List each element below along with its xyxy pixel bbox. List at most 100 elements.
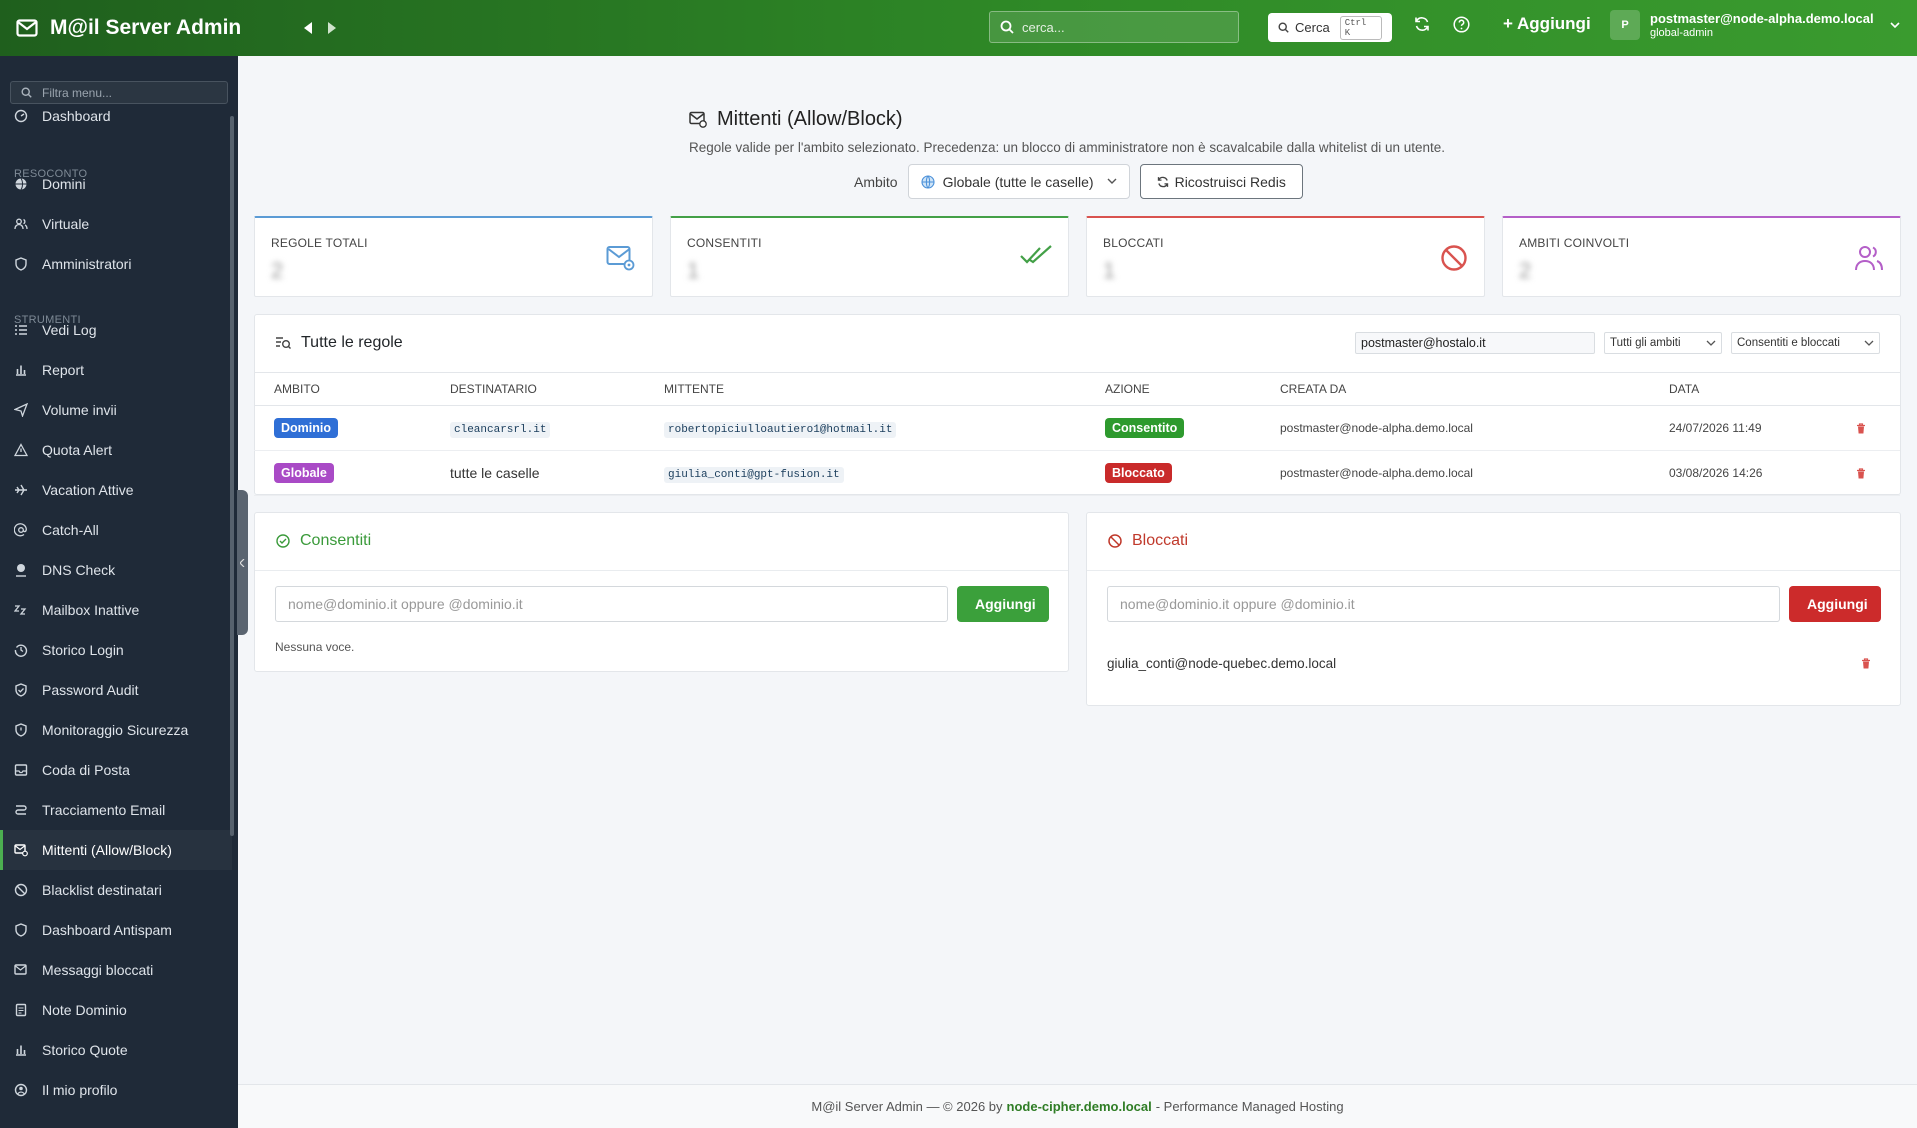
user-circle-icon xyxy=(14,1083,28,1097)
user-role: global-admin xyxy=(1650,26,1713,39)
sidebar-item-il-mio-profilo[interactable]: Il mio profilo xyxy=(0,1070,232,1110)
refresh-icon xyxy=(1157,176,1169,188)
sidebar-item-mittenti-allow-block[interactable]: Mittenti (Allow/Block) xyxy=(0,830,232,870)
history-nav xyxy=(304,22,336,34)
type-filter-select[interactable]: Consentiti e bloccati xyxy=(1731,332,1880,354)
add-button[interactable]: + Aggiungi xyxy=(1503,14,1591,34)
stat-value: 2 xyxy=(271,258,284,283)
global-search[interactable] xyxy=(989,11,1239,43)
sidebar-item-dns-check[interactable]: DNS Check xyxy=(0,550,232,590)
footer-host-link[interactable]: node-cipher.demo.local xyxy=(1007,1099,1152,1114)
rebuild-redis-button[interactable]: Ricostruisci Redis xyxy=(1139,164,1303,199)
divider xyxy=(255,570,1068,571)
sidebar-item-vacation-attive[interactable]: Vacation Attive xyxy=(0,470,232,510)
column-header[interactable]: DESTINATARIO xyxy=(430,372,644,406)
scope-filter-select[interactable]: Tutti gli ambiti xyxy=(1604,332,1722,354)
trash-icon[interactable] xyxy=(1861,658,1871,669)
footer-suffix: - Performance Managed Hosting xyxy=(1155,1099,1344,1114)
sidebar-item-report[interactable]: Report xyxy=(0,350,232,390)
sidebar-item-catch-all[interactable]: Catch-All xyxy=(0,510,232,550)
sidebar-item-label: DNS Check xyxy=(42,562,116,578)
recipient-code: cleancarsrl.it xyxy=(450,422,551,438)
column-header[interactable]: MITTENTE xyxy=(644,372,1085,406)
sidebar-item-tracciamento-email[interactable]: Tracciamento Email xyxy=(0,790,232,830)
sidebar-item-password-audit[interactable]: Password Audit xyxy=(0,670,232,710)
check-circle-icon xyxy=(276,534,290,548)
column-header[interactable]: DATA xyxy=(1649,372,1836,406)
plane-icon xyxy=(14,483,28,497)
stat-value: 2 xyxy=(1519,258,1532,283)
at-icon xyxy=(14,523,28,537)
sidebar-item-label: Mittenti (Allow/Block) xyxy=(42,842,172,858)
sidebar-collapse-handle[interactable] xyxy=(237,490,248,635)
warning-icon xyxy=(14,443,28,457)
stat-label: CONSENTITI xyxy=(687,236,762,250)
shield-check-icon xyxy=(14,683,28,697)
sidebar-item-amministratori[interactable]: Amministratori xyxy=(0,244,232,284)
chevron-down-icon xyxy=(1107,178,1117,185)
help-icon[interactable] xyxy=(1453,16,1470,33)
sidebar-item-note-dominio[interactable]: Note Dominio xyxy=(0,990,232,1030)
shield-alert-icon xyxy=(14,723,28,737)
globe-icon xyxy=(921,174,935,189)
add-blocked-button[interactable]: Aggiungi xyxy=(1789,586,1881,622)
sidebar-item-label: Password Audit xyxy=(42,682,139,698)
shield-icon xyxy=(14,923,28,937)
sidebar-item-coda-di-posta[interactable]: Coda di Posta xyxy=(0,750,232,790)
refresh-icon[interactable] xyxy=(1414,16,1430,32)
rules-filter-input[interactable] xyxy=(1355,332,1595,354)
sidebar-item-label: Tracciamento Email xyxy=(42,802,166,818)
sidebar-item-volume-invii[interactable]: Volume invii xyxy=(0,390,232,430)
sidebar-item-label: Domini xyxy=(42,176,86,192)
sidebar-item-blacklist-destinatari[interactable]: Blacklist destinatari xyxy=(0,870,232,910)
sidebar-item-vedi-log[interactable]: Vedi Log xyxy=(0,310,232,350)
add-allowed-button[interactable]: Aggiungi xyxy=(957,586,1049,622)
sidebar-item-storico-login[interactable]: Storico Login xyxy=(0,630,232,670)
allowed-email-input[interactable] xyxy=(275,586,948,622)
sidebar-scrollbar[interactable] xyxy=(230,116,234,836)
mail-gear-icon xyxy=(606,244,636,272)
page-header: Mittenti (Allow/Block) Regole valide per… xyxy=(689,108,1445,155)
chevron-left-icon[interactable] xyxy=(304,22,313,34)
user-menu[interactable]: P postmaster@node-alpha.demo.local globa… xyxy=(1610,10,1900,40)
sidebar-item-label: Il mio profilo xyxy=(42,1082,118,1098)
page-title: Mittenti (Allow/Block) xyxy=(689,108,1445,131)
rule-date: 03/08/2026 14:26 xyxy=(1649,450,1836,496)
rules-table: AMBITO DESTINATARIO MITTENTE AZIONE CREA… xyxy=(254,372,1900,496)
scope-select[interactable]: Globale (tutte le caselle) xyxy=(907,164,1130,199)
column-header[interactable]: AMBITO xyxy=(254,372,430,406)
sidebar-item-virtuale[interactable]: Virtuale xyxy=(0,204,232,244)
mail-x-icon xyxy=(14,963,28,977)
sidebar-item-dashboard-antispam[interactable]: Dashboard Antispam xyxy=(0,910,232,950)
sidebar-item-label: Dashboard xyxy=(42,108,111,124)
chevron-right-icon[interactable] xyxy=(327,22,336,34)
sidebar-item-label: Amministratori xyxy=(42,256,132,272)
stat-card-allowed: CONSENTITI 1 xyxy=(670,216,1069,297)
chevron-down-icon xyxy=(1864,340,1874,347)
sidebar-item-monitoraggio-sicurezza[interactable]: Monitoraggio Sicurezza xyxy=(0,710,232,750)
sidebar-item-domini[interactable]: Domini xyxy=(0,164,232,204)
sidebar-item-label: Virtuale xyxy=(42,216,90,232)
shield-icon xyxy=(14,257,28,271)
sidebar-item-mailbox-inattive[interactable]: Mailbox Inattive xyxy=(0,590,232,630)
sidebar-item-dashboard[interactable]: Dashboard xyxy=(0,96,232,136)
trash-icon[interactable] xyxy=(1856,422,1900,434)
stat-label: REGOLE TOTALI xyxy=(271,236,368,250)
sidebar-item-storico-quote[interactable]: Storico Quote xyxy=(0,1030,232,1070)
blocked-email-input[interactable] xyxy=(1107,586,1780,622)
allowed-empty-text: Nessuna voce. xyxy=(275,640,355,654)
command-search-button[interactable]: Cerca Ctrl K xyxy=(1268,13,1392,42)
column-header[interactable]: AZIONE xyxy=(1085,372,1260,406)
rules-panel-title: Tutte le regole xyxy=(275,334,403,352)
gauge-icon xyxy=(14,109,28,123)
sidebar-item-quota-alert[interactable]: Quota Alert xyxy=(0,430,232,470)
trash-icon[interactable] xyxy=(1856,467,1900,479)
column-header[interactable]: CREATA DA xyxy=(1260,372,1649,406)
sidebar-item-messaggi-bloccati[interactable]: Messaggi bloccati xyxy=(0,950,232,990)
table-header-row: AMBITO DESTINATARIO MITTENTE AZIONE CREA… xyxy=(254,372,1900,406)
table-row: Dominio cleancarsrl.it robertopiciulloau… xyxy=(254,405,1900,451)
mail-gear-icon xyxy=(14,843,28,857)
mail-gear-icon xyxy=(689,111,707,128)
brand[interactable]: M@il Server Admin xyxy=(0,16,241,40)
search-input[interactable] xyxy=(1022,19,1212,35)
